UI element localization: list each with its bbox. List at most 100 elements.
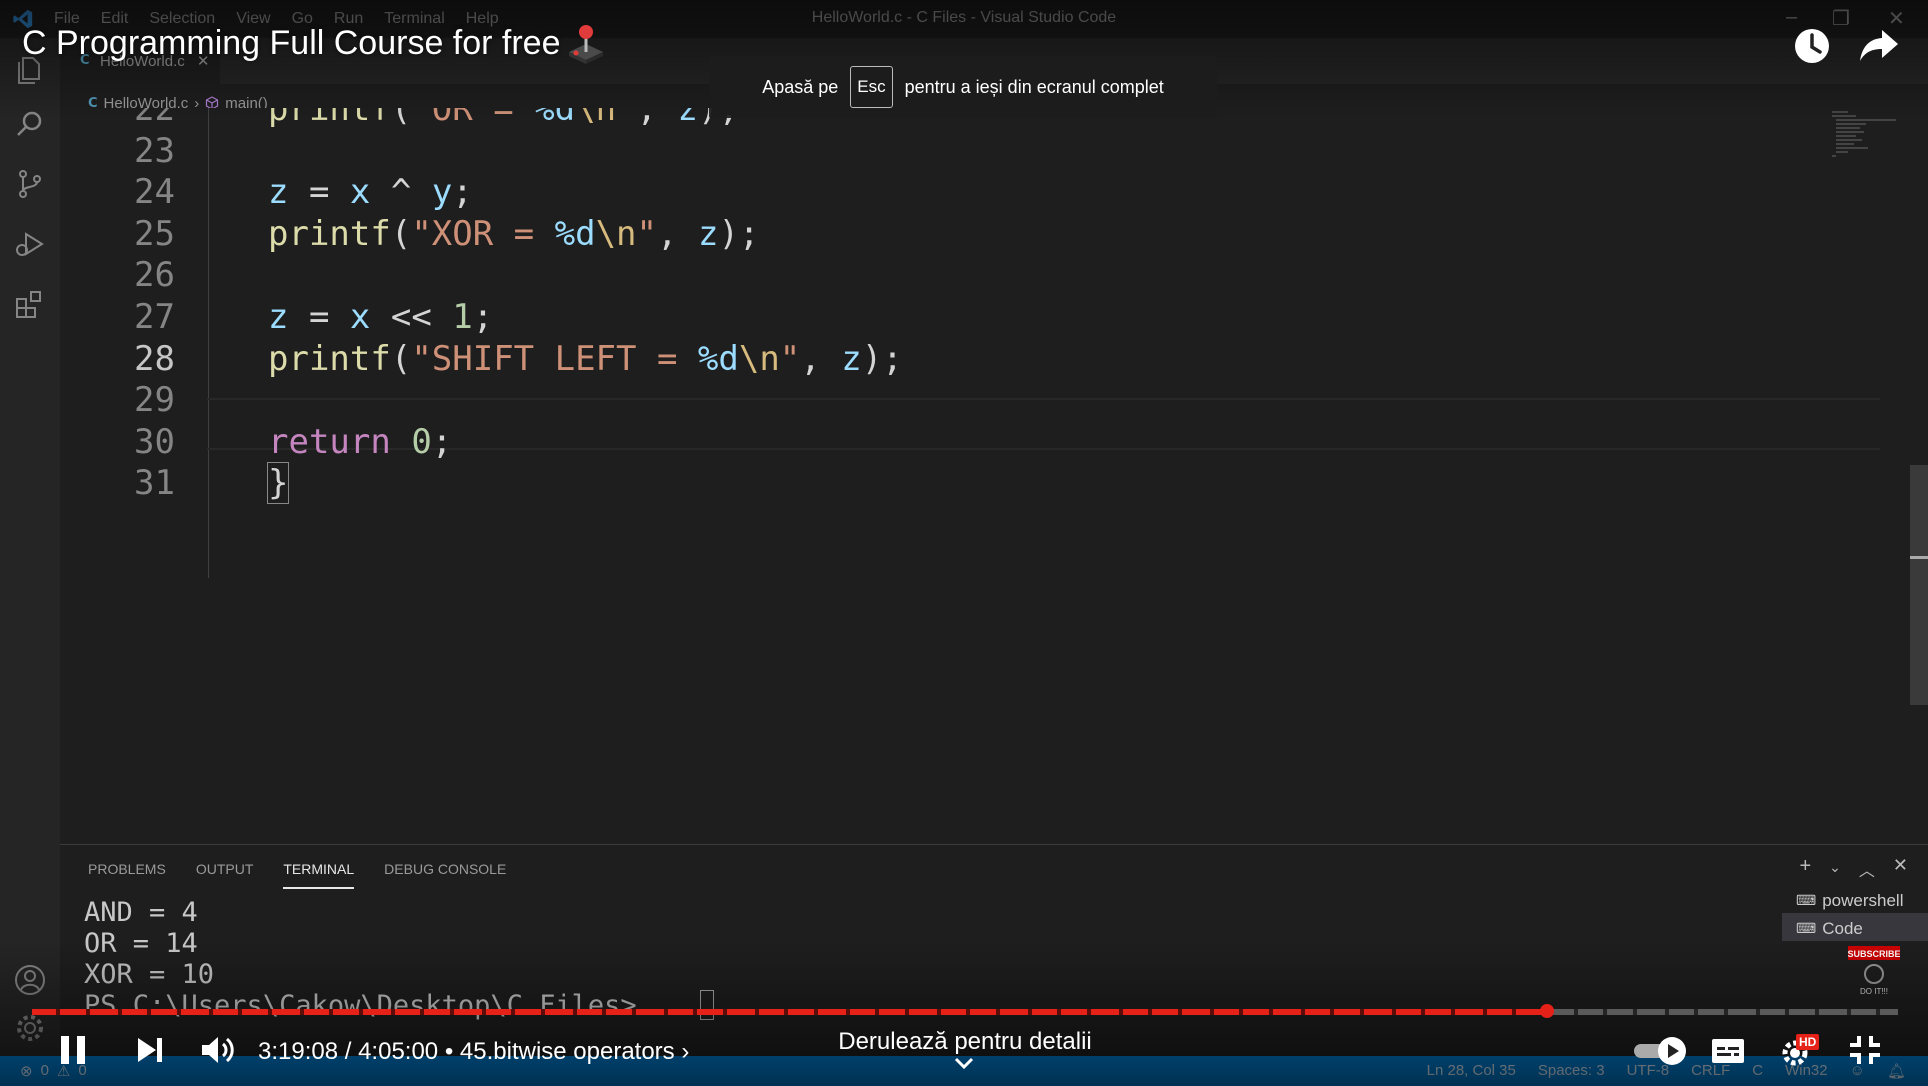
chapter-gap: [118, 1009, 122, 1015]
panel-tabs: PROBLEMS OUTPUT TERMINAL DEBUG CONSOLE: [88, 861, 506, 889]
code-token: ;: [431, 421, 453, 462]
autoplay-toggle-icon[interactable]: [1632, 1036, 1688, 1066]
code-token: (: [390, 213, 412, 254]
chapter-gap: [359, 1009, 363, 1015]
activity-bar: [0, 38, 60, 1056]
share-arrow-icon[interactable]: [1858, 28, 1900, 64]
scroll-for-details-hint[interactable]: Derulează pentru detalii: [800, 1028, 1130, 1056]
chapter-gap: [147, 1009, 151, 1015]
status-cursor-position[interactable]: Ln 28, Col 35: [1427, 1062, 1516, 1080]
maximize-panel-icon[interactable]: ︿: [1859, 857, 1875, 881]
minimap[interactable]: [1826, 108, 1916, 168]
code-token: z: [697, 213, 719, 254]
code-editor[interactable]: 22 printf("OR = %d\n", z); 23 24 z = x ^ y; 2…: [60, 108, 1880, 844]
code-token: z: [841, 338, 862, 379]
code-token: =: [288, 297, 350, 337]
manage-gear-icon[interactable]: [12, 1010, 48, 1046]
new-terminal-icon[interactable]: +: [1799, 855, 1811, 881]
terminal-line: AND = 4: [84, 897, 198, 928]
terminal-instance-powershell[interactable]: ⌨ powershell: [1782, 885, 1928, 913]
tab-output[interactable]: OUTPUT: [196, 861, 254, 889]
status-indentation[interactable]: Spaces: 3: [1538, 1062, 1605, 1080]
code-token: y: [431, 172, 453, 213]
chapter-gap: [511, 1009, 515, 1015]
chapter-gap: [1876, 1009, 1880, 1015]
terminal-instance-code[interactable]: ⌨ Code: [1782, 913, 1928, 941]
chapter-gap: [1330, 1009, 1334, 1015]
status-language[interactable]: C: [1752, 1062, 1763, 1080]
chapter-gap: [1210, 1009, 1214, 1015]
video-progress-bar[interactable]: [32, 1004, 1898, 1018]
chapter-gap: [755, 1009, 759, 1015]
terminal-dropdown-icon[interactable]: ⌄: [1829, 859, 1841, 881]
chapter-gap: [723, 1009, 727, 1015]
code-token: "XOR =: [411, 213, 555, 254]
hd-badge: HD: [1796, 1034, 1820, 1050]
chapter-gap: [300, 1009, 304, 1015]
video-title[interactable]: C Programming Full Course for free: [22, 24, 561, 63]
chapter-gap: [1087, 1009, 1091, 1015]
chapter-gap: [1301, 1009, 1305, 1015]
progress-played: [32, 1009, 1548, 1015]
chapter-gap: [1603, 1009, 1607, 1015]
close-panel-icon[interactable]: ✕: [1893, 855, 1908, 881]
chapter-title[interactable]: • 45.bitwise operators ›: [438, 1038, 690, 1065]
account-icon[interactable]: [12, 962, 48, 998]
code-token: z: [268, 297, 289, 337]
code-token: =: [288, 172, 350, 213]
terminal-cursor: [700, 990, 714, 1020]
code-token: );: [718, 213, 760, 254]
chapter-gap: [784, 1009, 788, 1015]
terminal-icon: ⌨: [1796, 892, 1817, 908]
chapter-gap: [1574, 1009, 1578, 1015]
chapter-gap: [1451, 1009, 1455, 1015]
code-token: ": [779, 338, 801, 379]
tab-terminal[interactable]: TERMINAL: [283, 861, 355, 889]
tab-problems[interactable]: PROBLEMS: [88, 861, 166, 889]
chapter-gap: [541, 1009, 545, 1015]
chapter-gap: [814, 1009, 818, 1015]
chevron-down-icon[interactable]: [952, 1056, 976, 1072]
chapter-gap: [1057, 1009, 1061, 1015]
tab-debug-console[interactable]: DEBUG CONSOLE: [384, 861, 506, 889]
exit-fullscreen-icon[interactable]: [1848, 1034, 1882, 1066]
code-token: }: [266, 462, 290, 505]
search-icon[interactable]: [12, 106, 48, 142]
error-count: 0: [40, 1062, 49, 1079]
code-token: 0: [411, 421, 432, 462]
chapter-gap: [238, 1009, 242, 1015]
run-debug-icon[interactable]: [12, 226, 48, 262]
pause-icon[interactable]: [58, 1034, 88, 1066]
time-and-chapter[interactable]: 3:19:08 / 4:05:00 • 45.bitwise operators…: [258, 1038, 689, 1066]
esc-key-badge: Esc: [850, 66, 893, 108]
code-token: printf: [268, 338, 391, 379]
extensions-icon[interactable]: [12, 286, 48, 322]
chapter-gap: [1785, 1009, 1789, 1015]
error-icon: ⊗: [20, 1063, 33, 1080]
chapter-gap: [966, 1009, 970, 1015]
watch-later-clock-icon[interactable]: [1792, 26, 1832, 66]
chapter-gap: [693, 1009, 697, 1015]
chapter-gap: [1392, 1009, 1396, 1015]
next-video-icon[interactable]: [136, 1036, 164, 1064]
restore-icon[interactable]: ❐: [1832, 6, 1850, 31]
notifications-bell-icon[interactable]: 🔔︎: [1887, 1062, 1906, 1080]
volume-icon[interactable]: [200, 1034, 236, 1066]
chapter-gap: [846, 1009, 850, 1015]
chapter-gap: [329, 1009, 333, 1015]
chapter-gap: [86, 1009, 90, 1015]
source-control-icon[interactable]: [12, 166, 48, 202]
terminal-icon: ⌨: [1796, 920, 1817, 936]
code-token: ,: [657, 213, 698, 254]
chapter-gap: [1756, 1009, 1760, 1015]
code-token: %d: [554, 213, 596, 254]
editor-scrollbar[interactable]: [1910, 465, 1928, 705]
bottom-panel: PROBLEMS OUTPUT TERMINAL DEBUG CONSOLE + ⌄ …: [60, 844, 1928, 1056]
code-line[interactable]: 31}: [60, 458, 1820, 509]
subtitles-icon[interactable]: [1710, 1036, 1746, 1066]
subscribe-badge-text: SUBSCRIBE: [1848, 949, 1900, 959]
code-token: ,: [800, 338, 842, 379]
code-token: ;: [472, 297, 494, 337]
toast-text-before: Apasă pe: [762, 76, 839, 97]
